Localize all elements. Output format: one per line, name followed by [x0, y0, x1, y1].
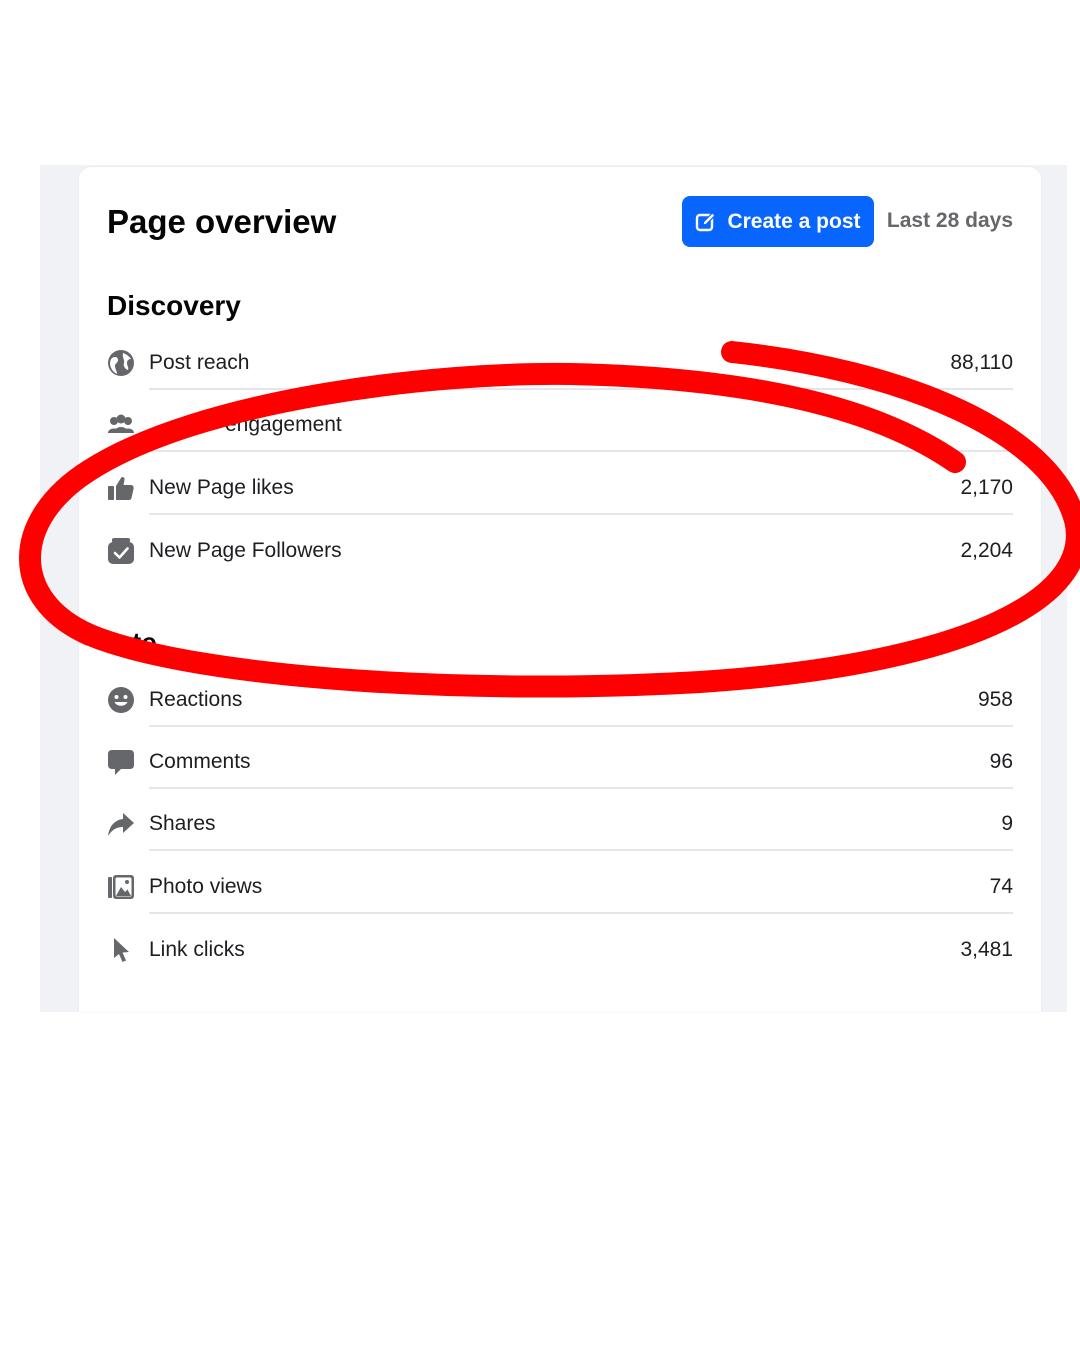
metric-label: Post reach	[149, 351, 250, 374]
metric-row-link-clicks[interactable]: Link clicks 3,481	[107, 926, 1013, 976]
comment-icon	[107, 748, 135, 776]
metric-row-reactions[interactable]: Reactions 958	[107, 676, 1013, 727]
metric-row-engagement[interactable]: engagement 8,,,	[107, 401, 1013, 452]
row-divider: New Page Followers 2,204	[149, 527, 1013, 576]
card-header: Page overview Create a post Last 28 days	[107, 195, 1013, 249]
share-icon	[107, 810, 135, 838]
metric-row-shares[interactable]: Shares 9	[107, 800, 1013, 851]
thumbs-up-icon	[107, 474, 135, 502]
metric-label: Comments	[149, 750, 251, 773]
row-divider: Shares 9	[149, 800, 1013, 851]
metric-value: 2,170	[960, 476, 1013, 499]
metric-label: Photo views	[149, 875, 263, 898]
metric-value: 88,110	[950, 351, 1013, 374]
date-range-selector[interactable]: Last 28 days	[887, 209, 1013, 233]
row-divider: Reactions 958	[149, 676, 1013, 727]
metric-value: 9	[1001, 812, 1013, 835]
follow-check-icon	[107, 537, 135, 565]
metric-label: Link clicks	[149, 938, 245, 961]
page-title: Page overview	[107, 203, 337, 240]
metric-value: 958	[977, 688, 1013, 711]
create-post-label: Create a post	[727, 209, 861, 233]
metric-row-post-reach[interactable]: Post reach 88,110	[107, 339, 1013, 390]
metric-row-photo-views[interactable]: Photo views 74	[107, 863, 1013, 914]
section-title-discovery: Discovery	[107, 290, 241, 321]
row-divider: New Page likes 2,170	[149, 464, 1013, 515]
metric-label: New Page likes	[149, 476, 294, 499]
metric-row-new-page-likes[interactable]: New Page likes 2,170	[107, 464, 1013, 515]
metric-value: 3,481	[960, 938, 1013, 961]
metric-label: engagement	[225, 413, 342, 436]
metric-label: Shares	[149, 812, 216, 835]
photo-icon	[107, 873, 135, 901]
row-divider: Photo views 74	[149, 863, 1013, 914]
row-divider: Comments 96	[149, 738, 1013, 789]
metric-value: 74	[989, 875, 1013, 898]
people-icon	[107, 411, 135, 439]
create-post-button[interactable]: Create a post	[682, 196, 874, 247]
section-title-interactions: Inte	[107, 627, 157, 658]
metric-value: 8,,,	[983, 413, 1013, 436]
metric-row-comments[interactable]: Comments 96	[107, 738, 1013, 789]
smiley-icon	[107, 686, 135, 714]
cursor-icon	[107, 936, 135, 964]
row-divider: engagement 8,,,	[149, 401, 1013, 452]
row-divider: Post reach 88,110	[149, 339, 1013, 390]
metric-value: 96	[989, 750, 1013, 773]
edit-icon	[695, 211, 717, 233]
metric-value: 2,204	[960, 539, 1013, 562]
metric-label: Reactions	[149, 688, 243, 711]
metric-row-new-page-followers[interactable]: New Page Followers 2,204	[107, 527, 1013, 577]
page-overview-card: Page overview Create a post Last 28 days…	[79, 167, 1041, 1012]
globe-icon	[107, 349, 135, 377]
metric-label: New Page Followers	[149, 539, 342, 562]
row-divider: Link clicks 3,481	[149, 926, 1013, 975]
